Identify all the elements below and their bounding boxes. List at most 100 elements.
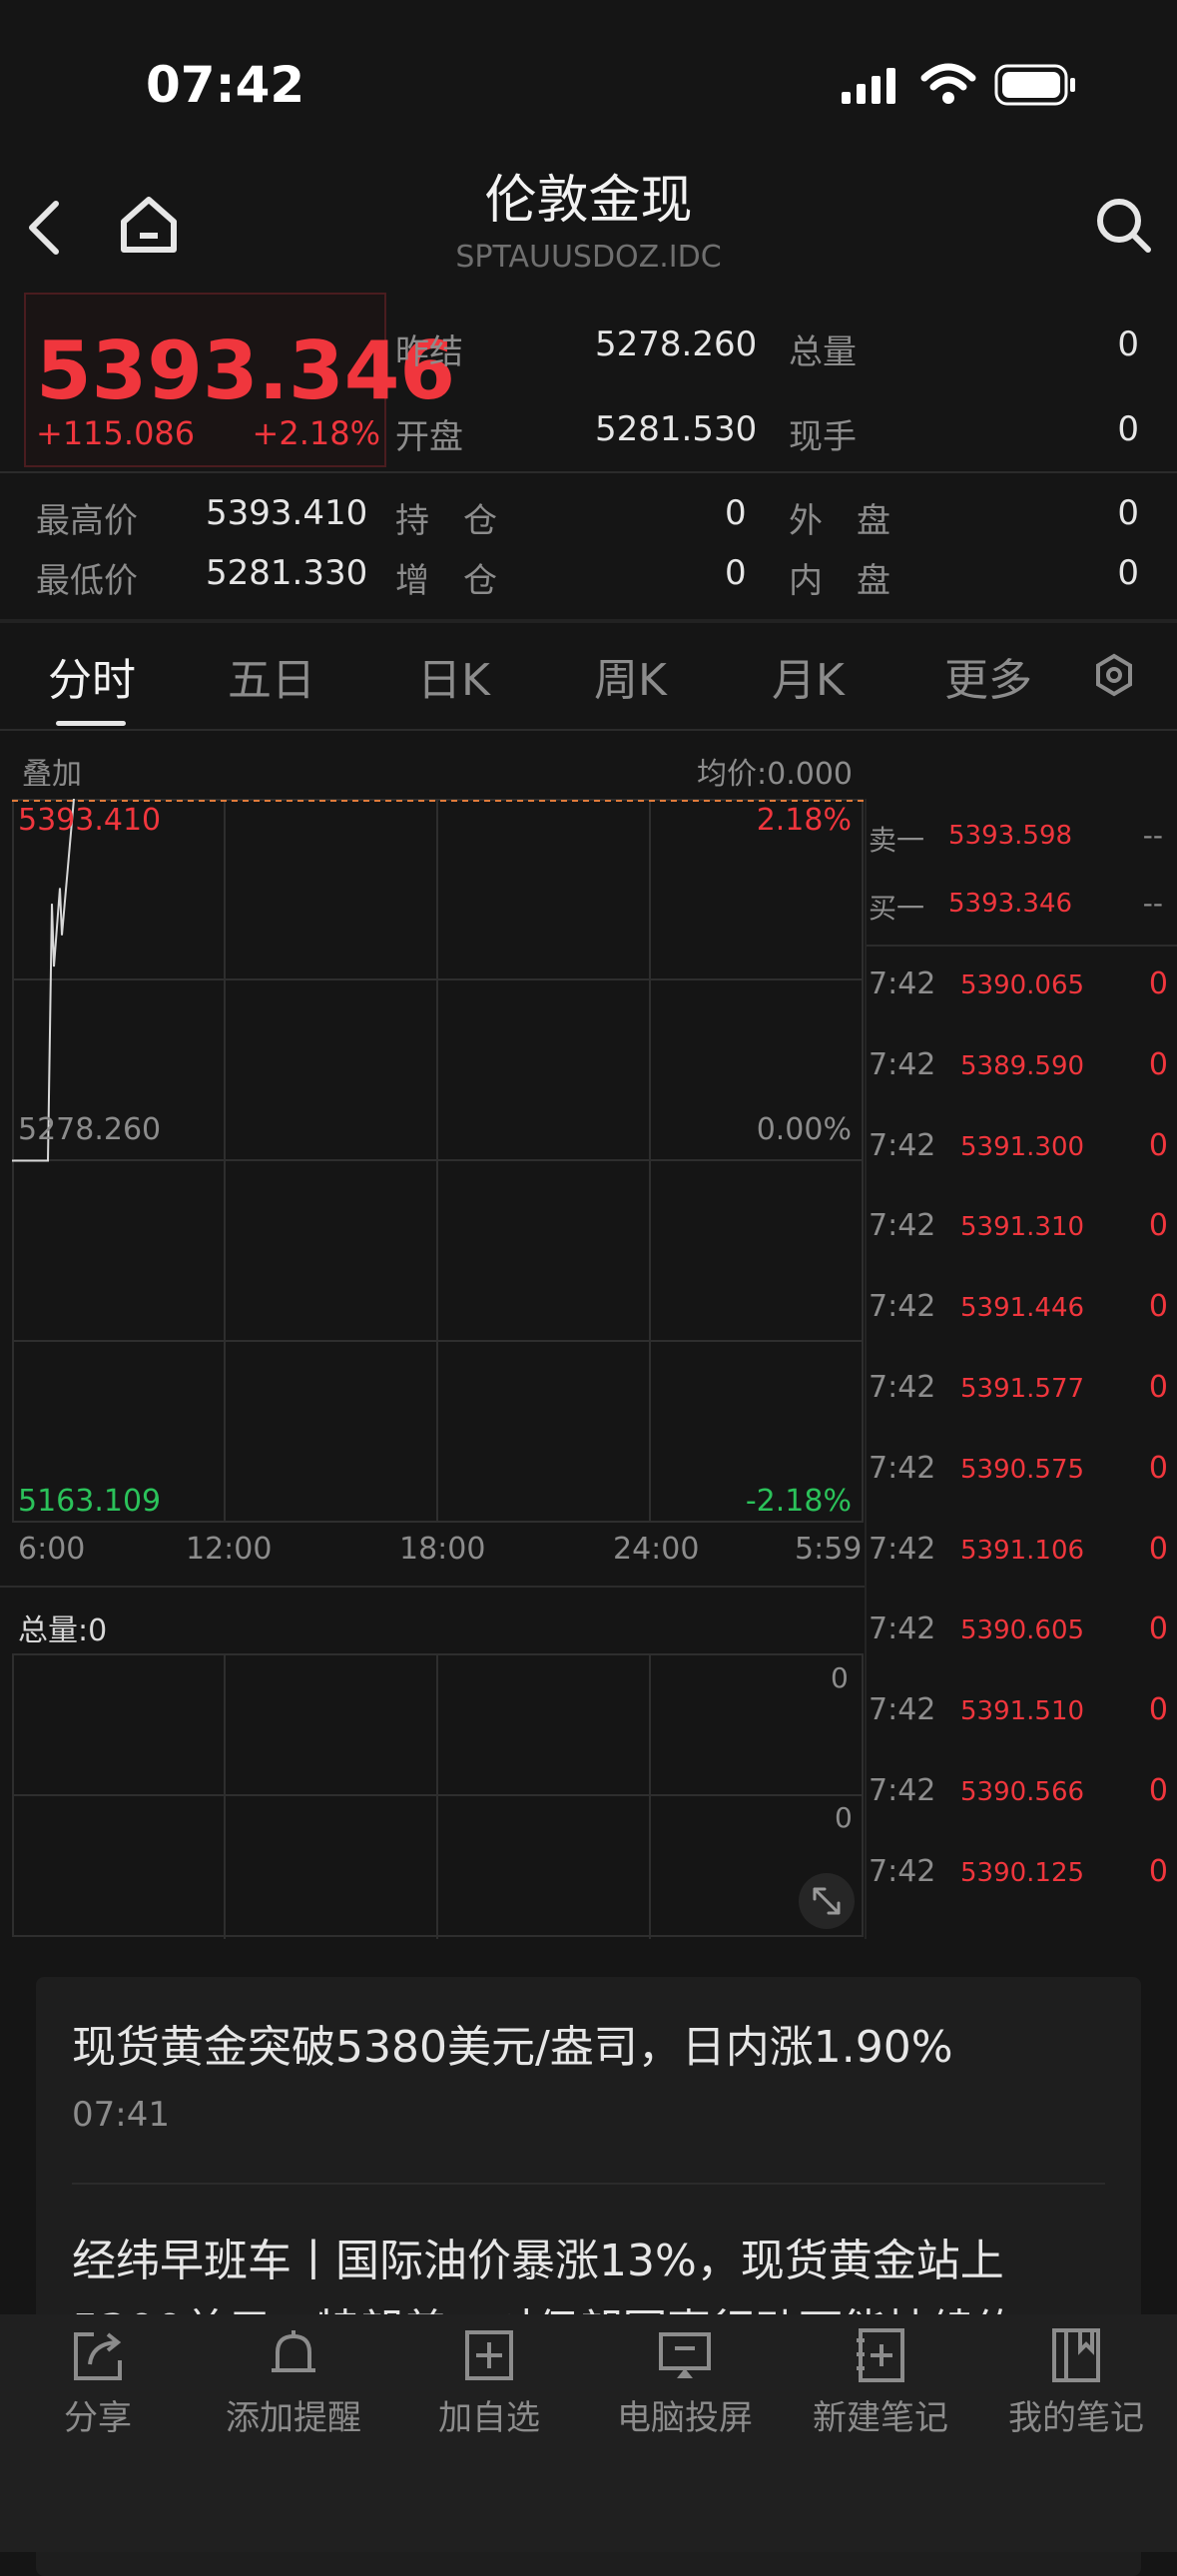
tab-active-indicator [56,721,126,726]
screen-cast-button[interactable]: 电脑投屏 [587,2326,783,2439]
status-time: 07:42 [146,56,305,114]
tick-price: 5391.446 [960,1293,1085,1324]
tick-price: 5389.590 [960,1050,1085,1081]
price-box: 5393.346 +115.086 +2.18% [24,293,455,467]
tick-price: 5391.310 [960,1212,1085,1243]
tick-price: 5390.575 [960,1454,1085,1485]
search-icon[interactable] [1094,196,1154,256]
expand-button[interactable] [799,1873,855,1929]
settings-icon[interactable] [1092,653,1136,697]
tick-volume: 0 [1148,1450,1168,1486]
tick-price: 5391.577 [960,1374,1085,1404]
low-value: 5281.330 [206,553,368,593]
chart-y-mid: 5278.260 [18,1112,162,1147]
tick-volume: 0 [1148,1127,1168,1163]
tick-row: 7:42 5391.577 0 [869,1352,1168,1432]
tab-monthly-k[interactable]: 月K [772,644,845,708]
outer-label: 外 盘 [789,501,890,541]
tick-row: 7:42 5390.605 0 [869,1594,1168,1673]
expand-icon [813,1887,841,1915]
divider [867,945,1177,947]
increase-value: 0 [725,553,747,593]
price-change-pct: +2.18% [252,414,380,452]
high-value: 5393.410 [206,493,368,533]
volume-top-value: 0 [831,1661,849,1694]
tick-volume: 0 [1148,966,1168,1001]
tick-price: 5390.065 [960,970,1085,1000]
volume-label: 总量 [789,332,857,372]
bell-icon [272,2330,315,2372]
current-price: 5393.346 [36,324,456,417]
tab-more[interactable]: 更多 [944,644,1032,708]
battery-icon [994,64,1075,106]
divider [72,2183,1105,2185]
tick-row: 7:42 5391.446 0 [869,1271,1168,1351]
tab-intraday[interactable]: 分时 [48,644,136,708]
my-notes-label: 我的笔记 [1008,2398,1144,2438]
news-item[interactable]: 现货黄金突破5380美元/盎司，日内涨1.90% 07:41 [36,1977,1141,2177]
tick-time: 7:42 [869,1531,936,1567]
x-label-0: 6:00 [18,1532,86,1567]
overlay-label[interactable]: 叠加 [22,749,82,793]
page-subtitle: SPTAUUSDOZ.IDC [455,240,722,275]
price-change: +115.086 [36,414,196,452]
prev-close-value: 5278.260 [595,324,758,364]
x-label-4: 5:59 [795,1532,863,1567]
tick-row: 7:42 5391.510 0 [869,1674,1168,1754]
wifi-icon [920,63,976,104]
tick-time: 7:42 [869,1692,936,1728]
share-icon [74,2332,122,2380]
tick-row: 7:42 5389.590 0 [869,1029,1168,1109]
share-button[interactable]: 分享 [0,2326,196,2439]
notebook-icon [1052,2328,1100,2382]
tick-volume: 0 [1148,1853,1168,1889]
tick-price: 5391.300 [960,1131,1085,1162]
tab-5day[interactable]: 五日 [228,644,315,708]
tick-price: 5391.106 [960,1535,1085,1566]
tick-volume: 0 [1148,1773,1168,1808]
tick-time: 7:42 [869,1289,936,1325]
my-notes-button[interactable]: 我的笔记 [978,2326,1174,2439]
volume-mid-value: 0 [835,1801,853,1834]
tick-row: 7:42 5391.300 0 [869,1110,1168,1190]
screen-cast-label: 电脑投屏 [617,2398,753,2438]
avg-price: 均价:0.000 [697,757,853,792]
screen-cast-icon [659,2332,711,2378]
tick-price: 5391.510 [960,1696,1085,1727]
tab-weekly-k[interactable]: 周K [594,644,667,708]
outer-value: 0 [1117,493,1139,533]
inner-label: 内 盘 [789,561,890,601]
tick-time: 7:42 [869,1208,936,1244]
tick-volume: 0 [1148,1531,1168,1567]
tab-daily-k[interactable]: 日K [417,644,490,708]
buy-label: 买一 [869,892,925,925]
divider [0,619,1177,623]
tick-time: 7:42 [869,1450,936,1486]
add-alert-button[interactable]: 添加提醒 [196,2326,391,2439]
tick-row: 7:42 5390.566 0 [869,1755,1168,1835]
tick-volume: 0 [1148,1289,1168,1325]
price-chart[interactable] [12,799,864,1525]
buy-price: 5393.346 [948,889,1073,919]
new-note-label: 新建笔记 [813,2398,948,2438]
volume-value: 0 [1117,324,1139,364]
news-title: 现货黄金突破5380美元/盎司，日内涨1.90% [72,2022,953,2073]
volume-chart[interactable] [12,1653,864,1939]
tick-row: 7:42 5390.575 0 [869,1433,1168,1513]
add-watchlist-button[interactable]: 加自选 [391,2326,587,2439]
chart-y-top: 5393.410 [18,803,162,838]
divider [0,471,1177,473]
tick-time: 7:42 [869,1853,936,1889]
current-hand-label: 现手 [789,417,857,457]
tick-volume: 0 [1148,1370,1168,1405]
x-label-3: 24:00 [613,1532,700,1567]
tick-time: 7:42 [869,1127,936,1163]
sell-price: 5393.598 [948,821,1073,851]
tick-row: 7:42 5391.310 0 [869,1190,1168,1270]
increase-label: 增 仓 [395,561,497,601]
tick-volume: 0 [1148,1692,1168,1728]
new-note-button[interactable]: 新建笔记 [783,2326,978,2439]
tick-volume: 0 [1148,1611,1168,1647]
inner-value: 0 [1117,553,1139,593]
share-label: 分享 [64,2398,132,2438]
